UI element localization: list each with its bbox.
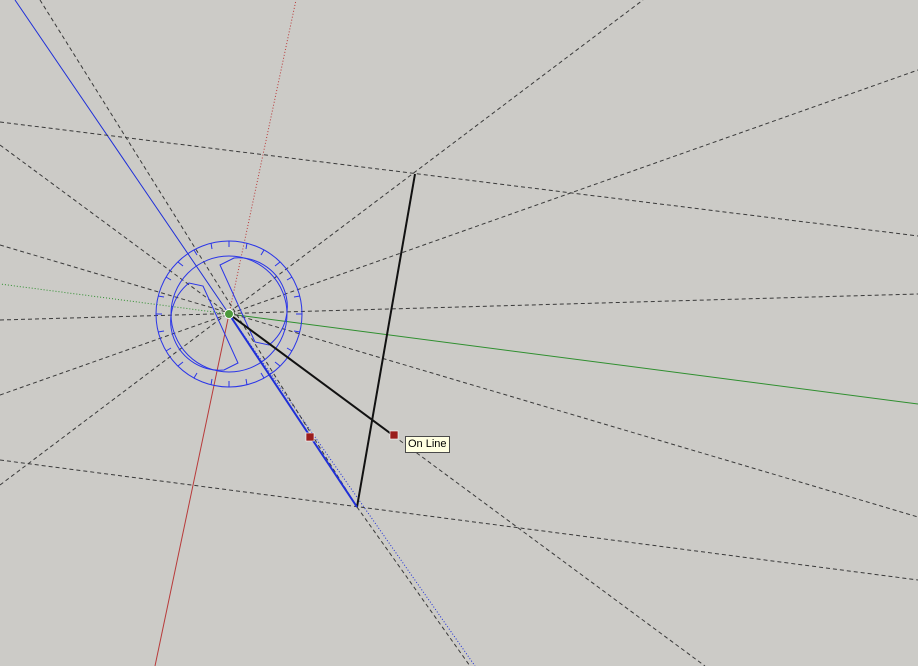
guide-line	[0, 293, 918, 321]
guide-line	[0, 69, 918, 396]
red-axis	[154, 313, 230, 666]
endpoint-grip-icon[interactable]	[305, 432, 315, 442]
edge-line-blue-segment[interactable]	[228, 313, 358, 508]
guide-line	[0, 0, 644, 486]
endpoint-grip-icon[interactable]	[389, 430, 399, 440]
model-canvas[interactable]	[0, 0, 918, 666]
guide-line	[356, 506, 471, 666]
guide-line	[39, 0, 358, 508]
blue-axis-dotted	[228, 313, 476, 666]
guide-line	[0, 459, 918, 581]
origin-point-icon[interactable]	[224, 309, 234, 319]
edge-line[interactable]	[356, 173, 416, 508]
blue-axis	[14, 0, 230, 315]
inference-tooltip: On Line	[405, 436, 450, 453]
guide-lines	[0, 0, 918, 666]
drawing-viewport[interactable]: On Line	[0, 0, 918, 666]
guide-line	[0, 244, 918, 518]
